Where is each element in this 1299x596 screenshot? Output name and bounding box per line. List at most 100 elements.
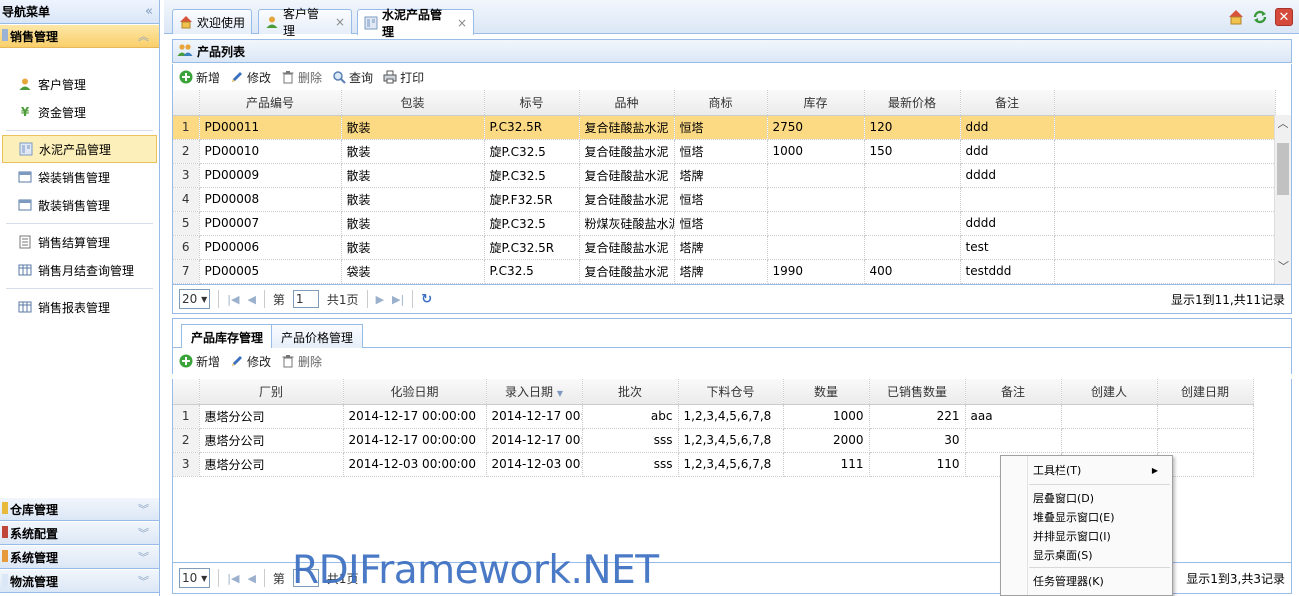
tab-product-price[interactable]: 产品价格管理 <box>271 324 364 349</box>
table-cell[interactable]: 散装 <box>341 139 485 164</box>
expand-section-icon[interactable]: ︾ <box>138 549 149 565</box>
table-cell[interactable]: 惠塔分公司 <box>199 428 344 453</box>
column-header[interactable]: 商标 <box>674 90 768 116</box>
section-warehouse[interactable]: 仓库管理 ︾ <box>0 497 159 521</box>
table-cell[interactable]: sss <box>582 428 679 453</box>
table-cell[interactable]: 1000 <box>767 139 865 164</box>
table-cell[interactable]: PD00009 <box>199 163 342 188</box>
table-cell[interactable]: 221 <box>869 404 966 429</box>
table-cell[interactable]: 旋P.C32.5 <box>484 163 580 188</box>
page-size-select[interactable]: 20 ▼ <box>179 289 211 309</box>
section-logistics[interactable]: 物流管理 ︾ <box>0 569 159 593</box>
table-cell[interactable]: 1990 <box>767 259 865 284</box>
table-cell[interactable] <box>767 211 865 236</box>
table-cell[interactable] <box>1157 404 1254 429</box>
table-cell[interactable]: 30 <box>869 428 966 453</box>
menu-item-task-manager[interactable]: 任务管理器(K) <box>1001 571 1172 590</box>
menu-item-toolbar[interactable]: 工具栏(T) ▶ <box>1001 459 1172 481</box>
sidebar-item-funds[interactable]: ¥ 资金管理 <box>2 98 157 126</box>
refresh-icon[interactable]: ↻ <box>421 292 432 307</box>
tab-cement-product[interactable]: 水泥产品管理 × <box>357 8 474 39</box>
table-cell[interactable]: PD00005 <box>199 259 342 284</box>
table-cell[interactable]: 复合硅酸盐水泥 <box>579 139 675 164</box>
table-row[interactable]: 5 PD00007 散装 旋P.C32.5 粉煤灰硅酸盐水泥 恒塔 dddd <box>173 211 1276 236</box>
table-cell[interactable]: dddd <box>960 211 1055 236</box>
table-cell[interactable]: 120 <box>864 115 961 140</box>
table-cell[interactable]: 恒塔 <box>674 115 768 140</box>
section-system-config[interactable]: 系统配置 ︾ <box>0 521 159 545</box>
query-button[interactable]: 查询 <box>332 69 373 86</box>
tab-welcome[interactable]: 欢迎使用 <box>172 9 252 34</box>
column-header[interactable]: 标号 <box>484 90 580 116</box>
table-cell[interactable]: 复合硅酸盐水泥 <box>579 115 675 140</box>
tab-customer[interactable]: 客户管理 × <box>258 7 352 38</box>
table-cell[interactable]: 复合硅酸盐水泥 <box>579 163 675 188</box>
table-cell[interactable]: 2014-12-17 00: <box>486 428 583 453</box>
delete-button[interactable]: 删除 <box>281 69 322 86</box>
table-row[interactable]: 1 PD00011 散装 P.C32.5R 复合硅酸盐水泥 恒塔 2750 120 ddd <box>173 115 1276 140</box>
table-cell[interactable]: 旋P.C32.5 <box>484 139 580 164</box>
table-cell[interactable]: testddd <box>960 259 1055 284</box>
add-button[interactable]: 新增 <box>179 353 220 370</box>
column-header[interactable]: 批次 <box>582 379 679 405</box>
table-cell[interactable]: 旋P.C32.5 <box>484 211 580 236</box>
sidebar-item-sales-report[interactable]: 销售报表管理 <box>2 293 157 321</box>
table-cell[interactable] <box>1157 428 1254 453</box>
table-cell[interactable]: ddd <box>960 115 1055 140</box>
column-header[interactable]: 备注 <box>960 90 1055 116</box>
table-row[interactable]: 6 PD00006 散装 旋P.C32.5R 复合硅酸盐水泥 塔牌 test <box>173 235 1276 260</box>
column-header[interactable]: 化验日期 <box>343 379 487 405</box>
close-icon[interactable]: ✕ <box>1275 8 1293 26</box>
menu-item-show-desktop[interactable]: 显示桌面(S) <box>1001 545 1172 564</box>
table-cell[interactable]: 粉煤灰硅酸盐水泥 <box>579 211 675 236</box>
table-cell[interactable]: 惠塔分公司 <box>199 404 344 429</box>
menu-item-stack[interactable]: 堆叠显示窗口(E) <box>1001 507 1172 526</box>
table-cell[interactable]: P.C32.5R <box>484 115 580 140</box>
sidebar-item-cement-product[interactable]: 水泥产品管理 <box>2 135 157 163</box>
column-header[interactable]: 产品编号 <box>199 90 342 116</box>
expand-section-icon[interactable]: ︾ <box>138 501 149 517</box>
table-row[interactable]: 7 PD00005 袋装 P.C32.5 复合硅酸盐水泥 塔牌 1990 400 testddd <box>173 259 1276 284</box>
table-cell[interactable] <box>864 163 961 188</box>
table-cell[interactable]: 2000 <box>783 428 870 453</box>
last-page-icon[interactable]: ▶| <box>392 293 404 306</box>
table-cell[interactable]: 2014-12-03 00: <box>486 452 583 477</box>
table-cell[interactable]: P.C32.5 <box>484 259 580 284</box>
table-cell[interactable]: 散装 <box>341 115 485 140</box>
page-number-input[interactable]: 1 <box>292 290 319 308</box>
table-cell[interactable]: 散装 <box>341 187 485 212</box>
column-header[interactable]: 已销售数量 <box>869 379 966 405</box>
table-cell[interactable] <box>767 235 865 260</box>
expand-section-icon[interactable]: ︾ <box>138 525 149 541</box>
table-cell[interactable]: ddd <box>960 139 1055 164</box>
table-cell[interactable] <box>1061 404 1158 429</box>
table-cell[interactable]: 复合硅酸盐水泥 <box>579 235 675 260</box>
menu-item-cascade[interactable]: 层叠窗口(D) <box>1001 488 1172 507</box>
next-page-icon[interactable]: ▶ <box>376 293 384 306</box>
add-button[interactable]: 新增 <box>179 69 220 86</box>
table-cell[interactable]: 恒塔 <box>674 211 768 236</box>
table-row[interactable]: 2 惠塔分公司 2014-12-17 00:00:00 2014-12-17 00: s… <box>173 428 1254 453</box>
column-header[interactable]: 数量 <box>783 379 870 405</box>
table-cell[interactable]: 散装 <box>341 211 485 236</box>
table-cell[interactable]: 旋P.C32.5R <box>484 235 580 260</box>
table-cell[interactable] <box>767 187 865 212</box>
section-sales[interactable]: 销售管理 ︽ <box>0 24 159 48</box>
sidebar-item-settlement[interactable]: 销售结算管理 <box>2 228 157 256</box>
sidebar-item-bulk-sales[interactable]: 散装销售管理 <box>2 191 157 219</box>
menu-item-side-by-side[interactable]: 并排显示窗口(I) <box>1001 526 1172 545</box>
table-cell[interactable] <box>965 428 1062 453</box>
print-button[interactable]: 打印 <box>383 69 424 86</box>
scrollbar-thumb[interactable] <box>1277 143 1289 195</box>
scroll-down-icon[interactable]: ﹀ <box>1275 258 1291 274</box>
column-header-sorted[interactable]: 录入日期 ▼ <box>486 379 583 405</box>
column-header[interactable]: 备注 <box>965 379 1062 405</box>
prev-page-icon[interactable]: ◀ <box>247 293 255 306</box>
close-icon[interactable]: × <box>335 15 345 29</box>
table-cell[interactable]: 1,2,3,4,5,6,7,8 <box>678 404 784 429</box>
vertical-scrollbar[interactable]: ︿ ﹀ <box>1274 115 1291 284</box>
table-cell[interactable]: 恒塔 <box>674 187 768 212</box>
table-cell[interactable]: 复合硅酸盐水泥 <box>579 187 675 212</box>
table-cell[interactable]: PD00010 <box>199 139 342 164</box>
page-size-select[interactable]: 10 ▼ <box>179 568 211 588</box>
